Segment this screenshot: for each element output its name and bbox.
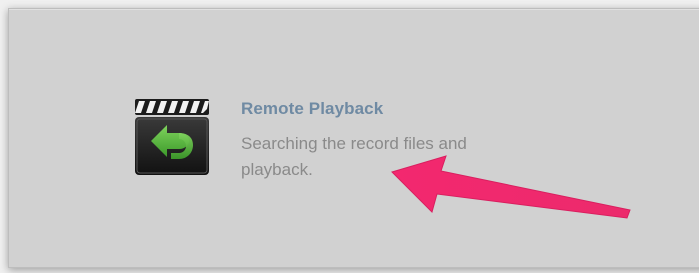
remote-playback-tile[interactable]: Remote Playback Searching the record fil… [133,97,563,187]
remote-playback-title[interactable]: Remote Playback [241,99,383,119]
screenshot-canvas: Remote Playback Searching the record fil… [0,0,699,273]
clapperboard-back-arrow-icon[interactable] [133,97,211,177]
remote-playback-description: Searching the record files and playback. [241,134,467,179]
